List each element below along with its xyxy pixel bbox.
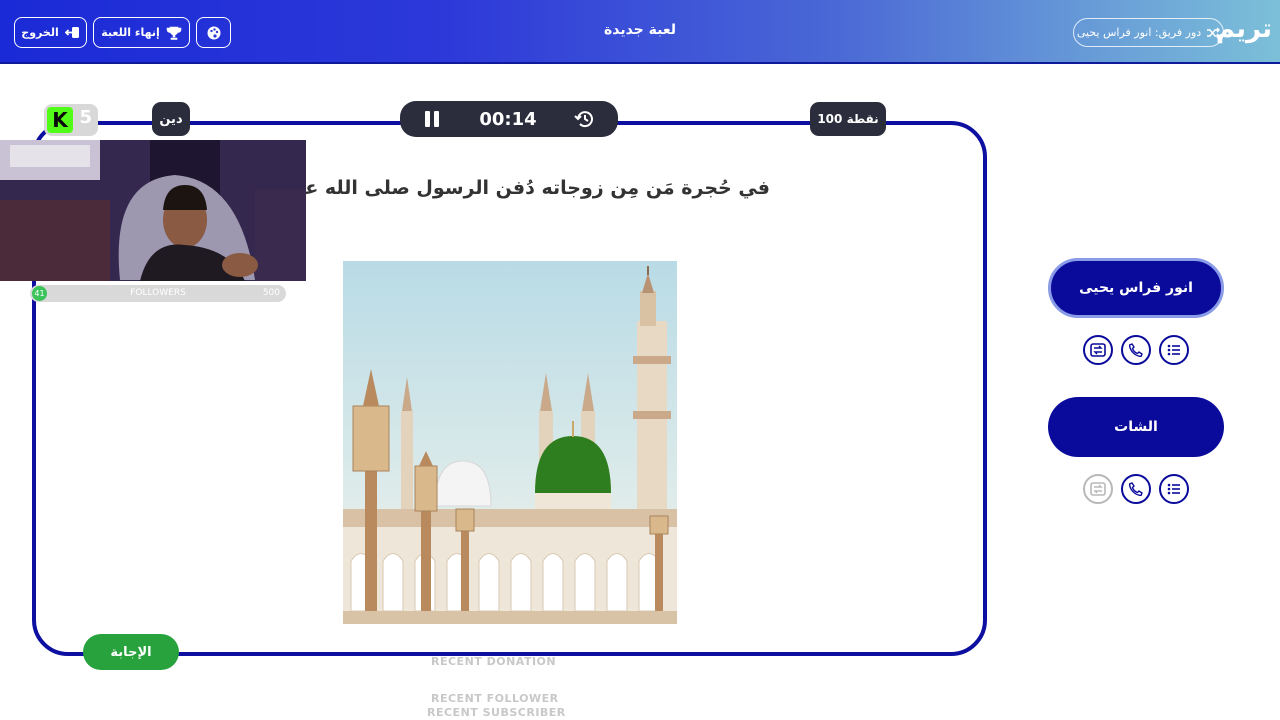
team-2-call-aid[interactable] bbox=[1121, 474, 1151, 504]
points-badge: 100 نقطة bbox=[810, 102, 886, 136]
kick-logo-icon: K bbox=[47, 107, 73, 133]
reset-timer-icon[interactable] bbox=[574, 108, 596, 130]
followers-goal-bar: 41 FOLLOWERS 500 bbox=[30, 285, 286, 302]
exit-label: الخروج bbox=[21, 26, 59, 39]
end-game-button[interactable]: إنهاء اللعبة bbox=[93, 17, 190, 48]
mosque-illustration bbox=[343, 261, 677, 624]
kick-viewer-count: K 5 bbox=[44, 104, 98, 136]
exit-button[interactable]: الخروج bbox=[14, 17, 87, 48]
list-icon bbox=[1167, 344, 1180, 356]
team-1-swap-aid[interactable] bbox=[1083, 335, 1113, 365]
show-answer-button[interactable]: الإجابة bbox=[83, 634, 179, 670]
question-image bbox=[343, 261, 677, 624]
timer-value: 00:14 bbox=[479, 108, 537, 130]
top-bar: تريم دور فريق: انور فراس يحيى لعبة جديدة… bbox=[0, 0, 1280, 64]
recent-subscriber-label: RECENT SUBSCRIBER bbox=[427, 706, 566, 719]
swap-question-icon bbox=[1090, 482, 1106, 496]
team-1-call-aid[interactable] bbox=[1121, 335, 1151, 365]
followers-label: FOLLOWERS bbox=[130, 288, 186, 298]
page-title: لعبة جديدة bbox=[603, 22, 677, 38]
streamer-video bbox=[0, 140, 306, 281]
pause-icon[interactable] bbox=[422, 109, 442, 129]
list-icon bbox=[1167, 483, 1180, 495]
recent-follower-label: RECENT FOLLOWER bbox=[431, 692, 559, 705]
team-2-swap-aid[interactable] bbox=[1083, 474, 1113, 504]
swap-question-icon bbox=[1090, 343, 1106, 357]
question-text: في حُجرة مَن مِن زوجاته دُفن الرسول صلى … bbox=[300, 177, 770, 199]
kick-count-value: 5 bbox=[79, 107, 92, 128]
team-1-options-aid[interactable] bbox=[1159, 335, 1189, 365]
phone-icon bbox=[1129, 343, 1143, 357]
trophy-icon bbox=[166, 26, 182, 40]
followers-goal: 500 bbox=[262, 288, 280, 298]
webcam-overlay bbox=[0, 140, 306, 281]
end-game-label: إنهاء اللعبة bbox=[101, 26, 160, 39]
recent-donation-label: RECENT DONATION bbox=[431, 655, 557, 668]
palette-icon bbox=[207, 26, 220, 39]
team-1-button[interactable]: انور فراس يحيى bbox=[1048, 258, 1224, 318]
exit-icon bbox=[64, 27, 79, 38]
phone-icon bbox=[1129, 482, 1143, 496]
category-badge: دين bbox=[152, 102, 190, 136]
team-2-button[interactable]: الشات bbox=[1048, 397, 1224, 457]
timer-bar: 00:14 bbox=[400, 101, 618, 137]
team-2-options-aid[interactable] bbox=[1159, 474, 1189, 504]
palette-button[interactable] bbox=[196, 17, 231, 48]
